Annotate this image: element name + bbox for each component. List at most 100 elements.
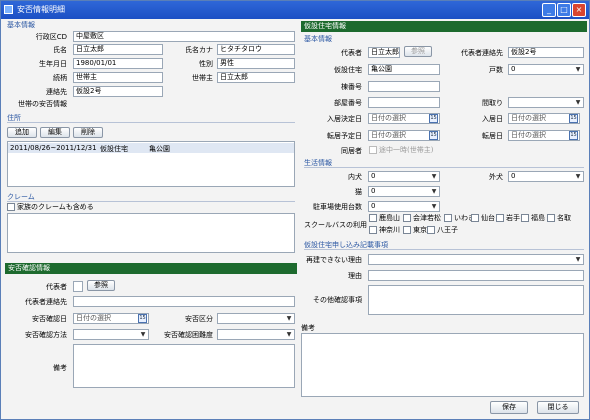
gender-field[interactable]: 男性 bbox=[217, 58, 295, 69]
bus-checkbox[interactable] bbox=[369, 226, 377, 234]
calendar-icon[interactable]: 15 bbox=[429, 114, 438, 123]
safety-class-select[interactable]: ▼ bbox=[217, 313, 295, 324]
calendar-icon[interactable]: 15 bbox=[569, 131, 578, 140]
outer-dog-value: 0 bbox=[511, 172, 516, 180]
bus-option: 岩手 bbox=[506, 214, 520, 222]
address-period: 2011/08/26~2011/12/31 bbox=[10, 144, 97, 152]
name-field[interactable]: 日立太郎 bbox=[73, 44, 163, 55]
safety-difficulty-select[interactable]: ▼ bbox=[217, 329, 295, 340]
chevron-down-icon: ▼ bbox=[431, 173, 437, 180]
room-field[interactable] bbox=[368, 97, 440, 108]
calendar-icon[interactable]: 15 bbox=[569, 114, 578, 123]
delete-address-button[interactable]: 削除 bbox=[73, 127, 103, 138]
bus-option: 名取 bbox=[557, 214, 571, 222]
maximize-icon[interactable]: □ bbox=[557, 3, 571, 17]
units-select[interactable]: 0 ▼ bbox=[508, 64, 584, 75]
inner-dog-select[interactable]: 0 ▼ bbox=[368, 171, 440, 182]
safety-method-select[interactable]: ▼ bbox=[73, 329, 149, 340]
move-out-picker[interactable]: 日付の選択 15 bbox=[508, 130, 580, 141]
name-label: 氏名 bbox=[53, 46, 67, 54]
claim-list bbox=[7, 213, 295, 253]
bus-checkbox[interactable] bbox=[427, 226, 435, 234]
cohab-checkbox-label: 途中一時(世帯主) bbox=[379, 146, 434, 154]
housing-rep-contact-label: 代表者連絡先 bbox=[461, 49, 503, 57]
units-label: 戸数 bbox=[489, 66, 503, 74]
chevron-down-icon: ▼ bbox=[575, 99, 581, 106]
reason-detail-field[interactable] bbox=[368, 270, 584, 281]
minimize-icon[interactable]: _ bbox=[542, 3, 556, 17]
head-field[interactable]: 日立太郎 bbox=[217, 72, 295, 83]
building-field[interactable] bbox=[368, 81, 440, 92]
bus-checkbox[interactable] bbox=[403, 226, 411, 234]
safety-note-field[interactable] bbox=[73, 344, 295, 388]
rep-contact-field[interactable] bbox=[73, 296, 295, 307]
safety-date-text: 日付の選択 bbox=[76, 314, 111, 322]
bus-checkbox[interactable] bbox=[547, 214, 555, 222]
safety-note-label: 備考 bbox=[53, 364, 67, 372]
close-icon[interactable]: × bbox=[572, 3, 586, 17]
basic-info-section: 基本情報 bbox=[7, 21, 35, 29]
cat-select[interactable]: 0 ▼ bbox=[368, 186, 440, 197]
building-label: 棟番号 bbox=[341, 83, 362, 91]
housing-note-field[interactable] bbox=[301, 333, 584, 397]
move-decide-text: 日付の選択 bbox=[371, 114, 406, 122]
apply-divider bbox=[304, 249, 584, 250]
kana-label: 氏名カナ bbox=[185, 46, 213, 54]
rep-ref-button[interactable]: 参照 bbox=[87, 280, 115, 291]
inner-dog-label: 内犬 bbox=[348, 173, 362, 181]
housing-rep-contact-field[interactable]: 仮設2号 bbox=[508, 47, 584, 58]
reason-select[interactable]: ▼ bbox=[368, 254, 584, 265]
housing-note-label: 備考 bbox=[301, 324, 315, 332]
chevron-down-icon: ▼ bbox=[286, 331, 292, 338]
add-address-button[interactable]: 追加 bbox=[7, 127, 37, 138]
bus-checkbox[interactable] bbox=[496, 214, 504, 222]
move-out-plan-text: 日付の選択 bbox=[371, 131, 406, 139]
save-button[interactable]: 保存 bbox=[490, 401, 528, 414]
bus-checkbox[interactable] bbox=[521, 214, 529, 222]
move-in-text: 日付の選択 bbox=[511, 114, 546, 122]
safety-method-label: 安否確認方法 bbox=[25, 331, 67, 339]
units-value: 0 bbox=[511, 65, 516, 73]
cat-label: 猫 bbox=[355, 188, 362, 196]
rep-label: 代表者 bbox=[46, 283, 67, 291]
safety-header: 安否確認情報 bbox=[5, 263, 297, 274]
housing-rep-ref-button[interactable]: 参照 bbox=[404, 46, 432, 57]
housing-rep-field[interactable]: 日立太郎 bbox=[368, 47, 400, 58]
parking-value: 0 bbox=[371, 202, 376, 210]
housing-name-field[interactable]: 亀公園 bbox=[368, 64, 440, 75]
bus-checkbox[interactable] bbox=[403, 214, 411, 222]
bus-checkbox[interactable] bbox=[444, 214, 452, 222]
address-row[interactable]: 2011/08/26~2011/12/31 仮設住宅 亀公園 bbox=[8, 143, 294, 153]
reason-label: 再建できない理由 bbox=[306, 256, 362, 264]
district-field[interactable]: 中屋敷区 bbox=[73, 31, 295, 42]
bus-checkbox[interactable] bbox=[471, 214, 479, 222]
address-list: 2011/08/26~2011/12/31 仮設住宅 亀公園 bbox=[7, 141, 295, 187]
bus-checkbox[interactable] bbox=[369, 214, 377, 222]
cat-value: 0 bbox=[371, 187, 376, 195]
cohab-checkbox[interactable] bbox=[369, 146, 377, 154]
relation-field[interactable]: 世帯主 bbox=[73, 72, 163, 83]
layout-select[interactable]: ▼ bbox=[508, 97, 584, 108]
other-field[interactable] bbox=[368, 285, 584, 315]
parking-select[interactable]: 0 ▼ bbox=[368, 201, 440, 212]
calendar-icon[interactable]: 15 bbox=[138, 314, 147, 323]
safety-date-picker[interactable]: 日付の選択 15 bbox=[73, 313, 149, 324]
bus-option: 八王子 bbox=[437, 226, 458, 234]
app-icon bbox=[4, 5, 13, 14]
address-place: 亀公園 bbox=[149, 145, 170, 153]
parking-label: 駐車場使用台数 bbox=[313, 203, 362, 211]
kana-field[interactable]: ヒタチタロウ bbox=[217, 44, 295, 55]
rep-field[interactable] bbox=[73, 281, 83, 292]
birth-field[interactable]: 1980/01/01 bbox=[73, 58, 163, 69]
calendar-icon[interactable]: 15 bbox=[429, 131, 438, 140]
relation-label: 続柄 bbox=[53, 74, 67, 82]
close-button[interactable]: 閉じる bbox=[537, 401, 579, 414]
outer-dog-select[interactable]: 0 ▼ bbox=[508, 171, 584, 182]
move-out-plan-picker[interactable]: 日付の選択 15 bbox=[368, 130, 440, 141]
family-claim-checkbox[interactable] bbox=[7, 203, 15, 211]
move-in-picker[interactable]: 日付の選択 15 bbox=[508, 113, 580, 124]
contact-field[interactable]: 仮設2号 bbox=[73, 86, 163, 97]
edit-address-button[interactable]: 編集 bbox=[40, 127, 70, 138]
move-out-plan-label: 転居予定日 bbox=[327, 132, 362, 140]
move-decide-picker[interactable]: 日付の選択 15 bbox=[368, 113, 440, 124]
